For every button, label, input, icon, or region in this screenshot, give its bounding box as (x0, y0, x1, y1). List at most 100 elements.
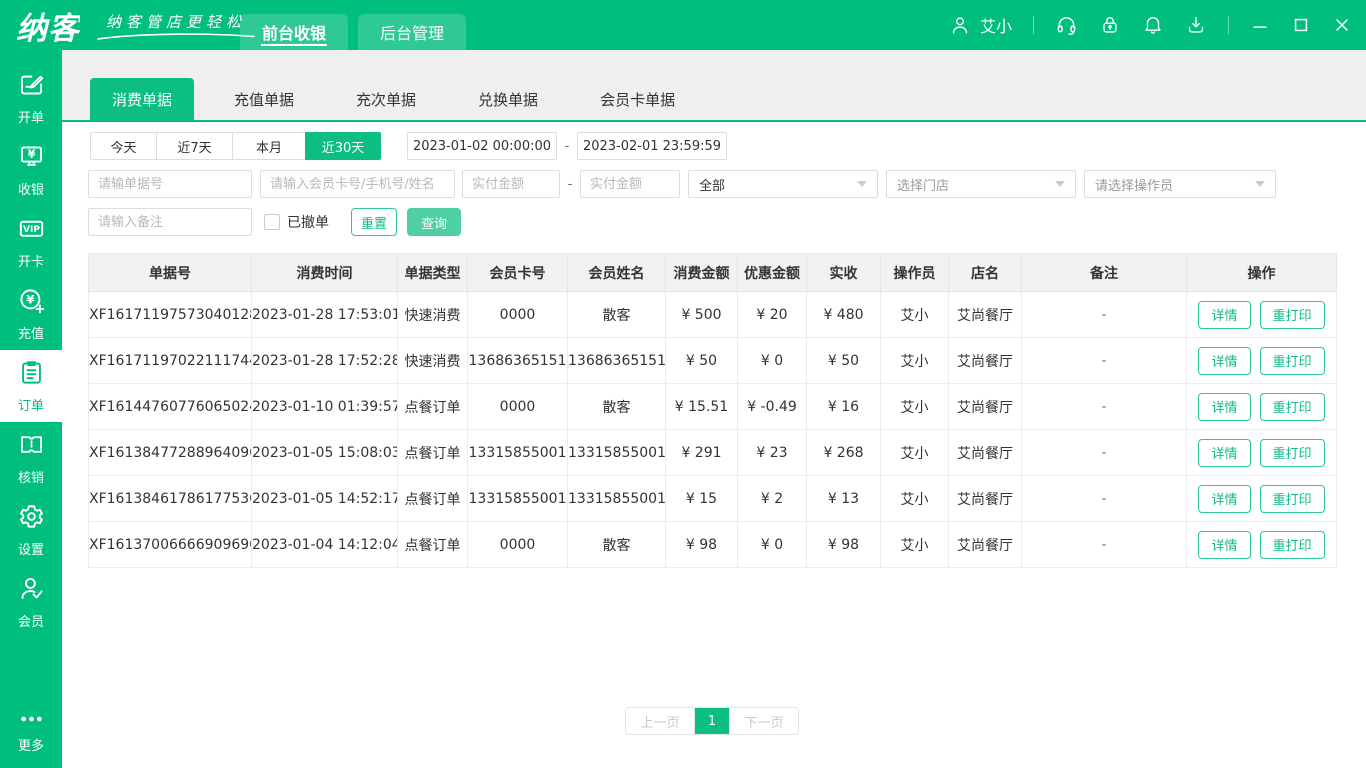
sidebar-item-cashier[interactable]: ¥ 收银 (0, 134, 62, 206)
gear-icon (18, 503, 45, 534)
tab-recharge-orders[interactable]: 充值单据 (212, 78, 316, 120)
detail-button[interactable]: 详情 (1198, 300, 1251, 329)
cell-remark: - (1021, 475, 1187, 522)
cell-type: 点餐订单 (397, 475, 468, 522)
cell-store: 艾尚餐厅 (948, 383, 1022, 430)
preset-last7-button[interactable]: 近7天 (156, 132, 233, 160)
sidebar-item-vip-card[interactable]: VIP 开卡 (0, 206, 62, 278)
header-store: 店名 (948, 253, 1022, 292)
cell-member: 13315855001 (567, 429, 666, 476)
cell-order-no: XF16137006666909696 (88, 521, 252, 568)
cell-amount: ¥ 50 (665, 337, 738, 384)
preset-month-button[interactable]: 本月 (232, 132, 306, 160)
search-filter-row: - 全部 选择门店 请选择操作员 (88, 170, 1336, 198)
current-page[interactable]: 1 (694, 708, 730, 734)
date-range-separator: - (564, 138, 570, 154)
revoked-label: 已撤单 (287, 215, 329, 231)
nav-tab-front-cashier[interactable]: 前台收银 (240, 14, 349, 50)
header-type: 单据类型 (397, 253, 468, 292)
cell-store: 艾尚餐厅 (948, 429, 1022, 476)
member-check-icon (18, 575, 45, 606)
sidebar-item-orders[interactable]: 订单 (0, 350, 62, 422)
top-header: 纳客 纳客管店更轻松 前台收银 后台管理 艾小 (0, 0, 1366, 50)
reprint-button[interactable]: 重打印 (1259, 438, 1325, 467)
reprint-button[interactable]: 重打印 (1259, 484, 1325, 513)
header-discount: 优惠金额 (737, 253, 807, 292)
cell-amount: ¥ 15 (665, 475, 738, 522)
reset-button[interactable]: 重置 (351, 208, 397, 236)
download-icon[interactable] (1185, 14, 1207, 36)
reprint-button[interactable]: 重打印 (1259, 300, 1325, 329)
date-to-input[interactable] (577, 132, 727, 160)
reprint-button[interactable]: 重打印 (1259, 392, 1325, 421)
detail-button[interactable]: 详情 (1198, 484, 1251, 513)
tab-refill-orders[interactable]: 充次单据 (334, 78, 438, 120)
search-button[interactable]: 查询 (407, 208, 461, 236)
cell-operator: 艾小 (880, 337, 949, 384)
minimize-icon[interactable] (1250, 15, 1270, 35)
cell-operator: 艾小 (880, 383, 949, 430)
detail-button[interactable]: 详情 (1198, 392, 1251, 421)
bell-icon[interactable] (1142, 14, 1164, 36)
tab-exchange-orders[interactable]: 兑换单据 (456, 78, 560, 120)
tab-consume-orders[interactable]: 消费单据 (90, 78, 195, 120)
cell-discount: ¥ 0 (737, 337, 807, 384)
recharge-icon: ¥ (18, 287, 45, 318)
operator-select[interactable]: 请选择操作员 (1084, 170, 1276, 198)
cell-actions: 详情 重打印 (1186, 521, 1337, 568)
preset-last30-button[interactable]: 近30天 (305, 132, 381, 160)
content-panel: 今天 近7天 本月 近30天 - - (62, 122, 1366, 768)
paid-max-input[interactable] (580, 170, 680, 198)
reprint-button[interactable]: 重打印 (1259, 346, 1325, 375)
cell-amount: ¥ 500 (665, 291, 738, 338)
cell-card-no: 0000 (467, 383, 568, 430)
revoked-checkbox[interactable] (264, 214, 280, 230)
order-no-input[interactable] (88, 170, 252, 198)
slogan-swoosh-icon (97, 33, 255, 40)
preset-today-button[interactable]: 今天 (90, 132, 157, 160)
cell-time: 2023-01-05 14:52:17 (251, 475, 398, 522)
cell-remark: - (1021, 429, 1187, 476)
close-icon[interactable] (1332, 15, 1352, 35)
paid-min-input[interactable] (462, 170, 560, 198)
sidebar-item-open-order[interactable]: 开单 (0, 62, 62, 134)
top-nav: 前台收银 后台管理 (240, 14, 467, 50)
cell-paid: ¥ 16 (806, 383, 881, 430)
date-from-input[interactable] (407, 132, 557, 160)
sidebar-item-more[interactable]: 更多 (0, 704, 62, 762)
cell-operator: 艾小 (880, 291, 949, 338)
divider (1033, 16, 1034, 34)
sidebar-item-members[interactable]: 会员 (0, 566, 62, 638)
header-remark: 备注 (1021, 253, 1187, 292)
sidebar-item-settings[interactable]: 设置 (0, 494, 62, 566)
detail-button[interactable]: 详情 (1198, 438, 1251, 467)
sidebar-item-recharge[interactable]: ¥ 充值 (0, 278, 62, 350)
table-header-row: 单据号 消费时间 单据类型 会员卡号 会员姓名 消费金额 优惠金额 实收 操作员… (88, 253, 1337, 292)
nav-tab-back-admin[interactable]: 后台管理 (358, 14, 467, 50)
remark-input[interactable] (88, 208, 252, 236)
lock-icon[interactable] (1099, 14, 1121, 36)
sidebar-item-verify[interactable]: 核销 (0, 422, 62, 494)
maximize-icon[interactable] (1291, 15, 1311, 35)
cell-card-no: 0000 (467, 291, 568, 338)
user-account[interactable]: 艾小 (949, 13, 1012, 37)
cell-time: 2023-01-28 17:52:28 (251, 337, 398, 384)
order-type-select[interactable]: 全部 (688, 170, 878, 198)
pagination: 上一页 1 下一页 (88, 707, 1336, 735)
headset-icon[interactable] (1055, 14, 1078, 37)
member-search-input[interactable] (260, 170, 455, 198)
tab-member-card-orders[interactable]: 会员卡单据 (578, 78, 697, 120)
store-select[interactable]: 选择门店 (886, 170, 1076, 198)
header-time: 消费时间 (251, 253, 398, 292)
cell-time: 2023-01-28 17:53:01 (251, 291, 398, 338)
detail-button[interactable]: 详情 (1198, 346, 1251, 375)
cell-member: 13315855001 (567, 475, 666, 522)
prev-page-button[interactable]: 上一页 (626, 708, 694, 734)
detail-button[interactable]: 详情 (1198, 530, 1251, 559)
reprint-button[interactable]: 重打印 (1259, 530, 1325, 559)
document-tabs: 消费单据 充值单据 充次单据 兑换单据 会员卡单据 (62, 50, 1366, 122)
svg-text:¥: ¥ (27, 148, 35, 161)
next-page-button[interactable]: 下一页 (730, 708, 798, 734)
cell-amount: ¥ 15.51 (665, 383, 738, 430)
cell-operator: 艾小 (880, 429, 949, 476)
